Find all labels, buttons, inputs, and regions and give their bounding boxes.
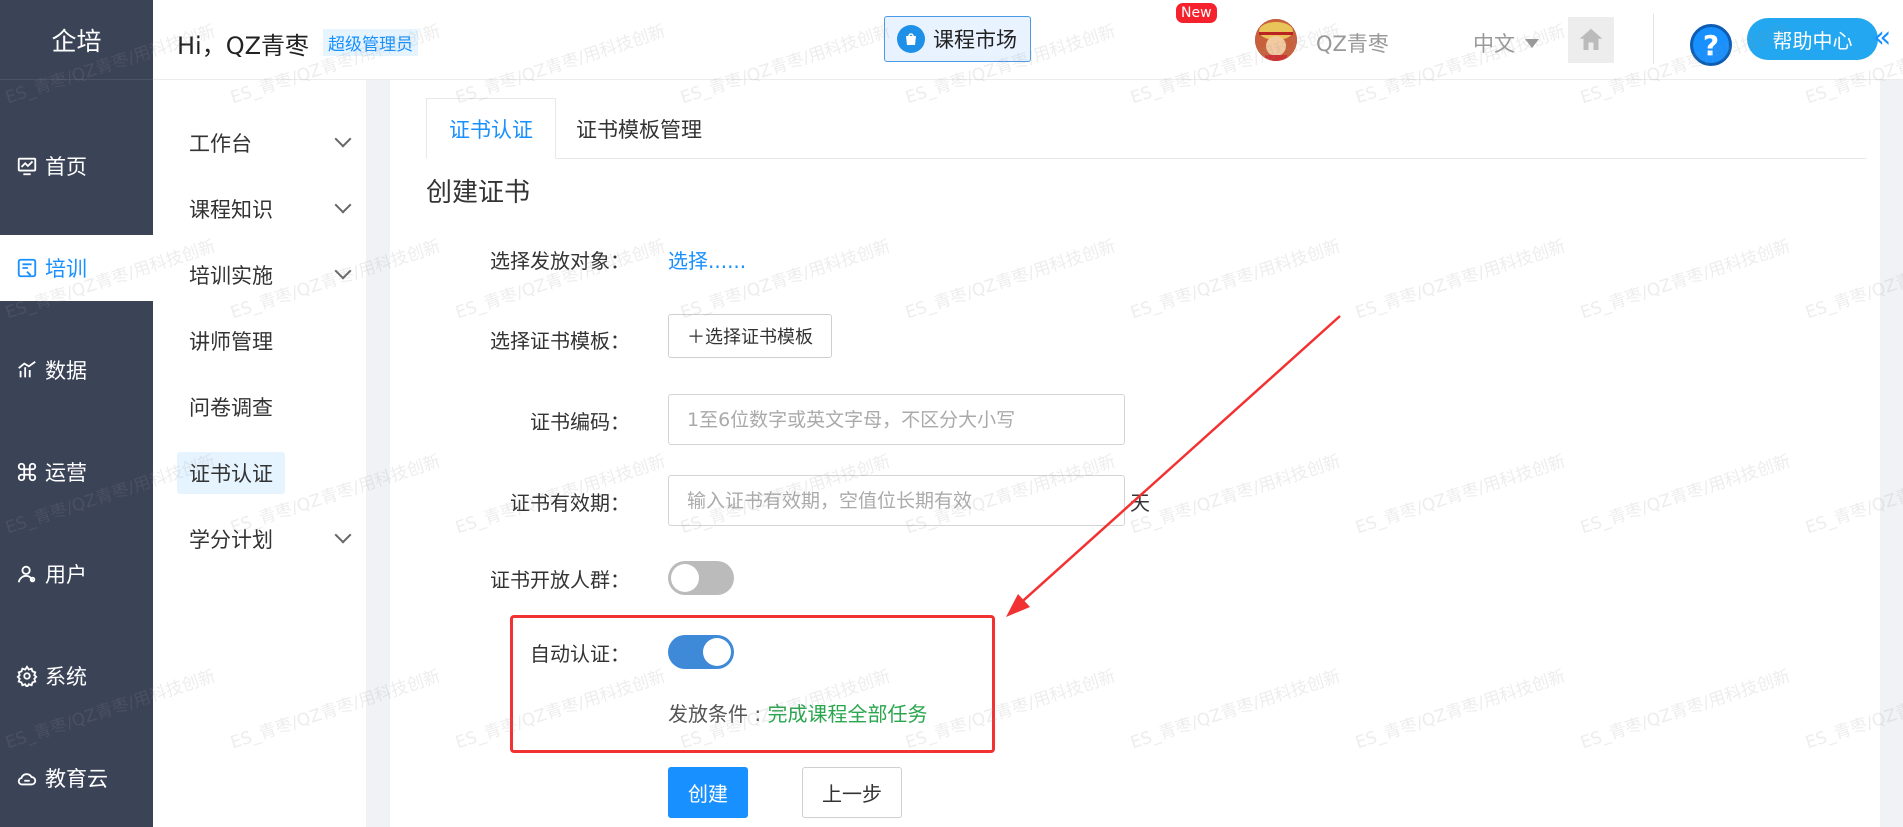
language-label: 中文 bbox=[1473, 32, 1515, 56]
submenu-item-label: 问卷调查 bbox=[189, 396, 273, 420]
course-market-button[interactable]: 课程市场 bbox=[884, 16, 1031, 62]
chevron-down-icon bbox=[334, 130, 352, 148]
course-market-label: 课程市场 bbox=[933, 28, 1017, 52]
dashboard-icon bbox=[17, 157, 37, 176]
template-label: 选择证书模板： bbox=[490, 329, 630, 353]
submenu-item-survey[interactable]: 问卷调查 bbox=[189, 386, 349, 428]
chart-icon bbox=[18, 361, 36, 378]
submenu-item-workbench[interactable]: 工作台 bbox=[189, 122, 352, 164]
submenu-item-label: 课程知识 bbox=[189, 198, 273, 222]
auto-certify-toggle[interactable] bbox=[668, 635, 734, 669]
create-button[interactable]: 创建 bbox=[668, 767, 748, 818]
nav-item-label: 首页 bbox=[45, 155, 87, 179]
nav-item-edu-cloud[interactable]: 教育云 bbox=[0, 745, 153, 811]
top-header: Hi，QZ青枣 超级管理员 课程市场 New QZ青枣 中文 ? 帮助中心 « bbox=[153, 0, 1903, 80]
tab-bar: 证书认证 证书模板管理 bbox=[426, 98, 1866, 159]
cloud-icon bbox=[17, 773, 37, 786]
nav-item-label: 系统 bbox=[45, 665, 87, 689]
submenu-item-lecturer-management[interactable]: 讲师管理 bbox=[189, 320, 349, 362]
main-content: 证书认证 证书模板管理 创建证书 选择发放对象： 选择...... 选择证书模板… bbox=[390, 80, 1880, 827]
open-group-label: 证书开放人群： bbox=[490, 568, 630, 592]
certificate-code-input[interactable] bbox=[668, 394, 1125, 445]
submenu-item-label: 培训实施 bbox=[189, 264, 273, 288]
collapse-icon[interactable]: « bbox=[1873, 20, 1891, 55]
main-sidebar: 企培 首页 培训 数据 运营 用户 系统 教育云 bbox=[0, 0, 153, 827]
submenu-item-certification[interactable]: 证书认证 bbox=[177, 452, 285, 494]
condition-value: 完成课程全部任务 bbox=[767, 702, 928, 726]
select-target-link[interactable]: 选择...... bbox=[668, 245, 746, 274]
header-divider bbox=[1653, 14, 1654, 64]
submenu-item-credit-plan[interactable]: 学分计划 bbox=[189, 518, 352, 560]
question-icon[interactable]: ? bbox=[1690, 24, 1732, 66]
nav-item-label: 运营 bbox=[45, 461, 87, 485]
nav-item-label: 教育云 bbox=[45, 767, 108, 791]
condition-label: 发放条件 : bbox=[668, 702, 762, 726]
chevron-down-icon bbox=[334, 262, 352, 280]
shopping-bag-icon bbox=[897, 25, 925, 53]
toggle-knob bbox=[703, 638, 731, 666]
nav-item-label: 数据 bbox=[45, 359, 87, 383]
home-icon bbox=[1579, 28, 1603, 50]
chevron-down-icon bbox=[334, 526, 352, 544]
user-icon bbox=[17, 565, 36, 583]
nav-item-home[interactable]: 首页 bbox=[0, 133, 153, 199]
validity-label: 证书有效期： bbox=[510, 491, 630, 515]
previous-step-button[interactable]: 上一步 bbox=[802, 767, 902, 818]
operations-icon bbox=[17, 462, 37, 482]
home-button[interactable] bbox=[1568, 17, 1614, 63]
nav-item-label: 培训 bbox=[45, 257, 87, 281]
chevron-down-icon bbox=[334, 196, 352, 214]
nav-item-operations[interactable]: 运营 bbox=[0, 439, 153, 505]
gear-icon bbox=[16, 665, 38, 687]
tab-template-management[interactable]: 证书模板管理 bbox=[554, 98, 724, 159]
validity-input[interactable] bbox=[668, 475, 1125, 526]
toggle-knob bbox=[671, 564, 699, 592]
greeting-text: Hi，QZ青枣 bbox=[177, 32, 310, 60]
training-icon bbox=[17, 258, 37, 278]
submenu-item-label: 学分计划 bbox=[189, 528, 273, 552]
target-label: 选择发放对象： bbox=[490, 249, 630, 273]
secondary-menu: 工作台 课程知识 培训实施 讲师管理 问卷调查 证书认证 学分计划 bbox=[153, 80, 366, 827]
issue-condition: 发放条件 : 完成课程全部任务 bbox=[668, 698, 927, 727]
submenu-item-label: 证书认证 bbox=[189, 462, 273, 486]
caret-down-icon bbox=[1525, 38, 1539, 48]
username[interactable]: QZ青枣 bbox=[1316, 28, 1389, 58]
brand-logo: 企培 bbox=[0, 0, 153, 80]
submenu-item-training-implementation[interactable]: 培训实施 bbox=[189, 254, 352, 296]
auto-certify-label: 自动认证： bbox=[530, 642, 630, 666]
select-template-button[interactable]: ＋选择证书模板 bbox=[668, 314, 832, 358]
nav-item-training[interactable]: 培训 bbox=[0, 235, 153, 301]
code-label: 证书编码： bbox=[530, 410, 630, 434]
nav-item-users[interactable]: 用户 bbox=[0, 541, 153, 607]
role-badge: 超级管理员 bbox=[323, 29, 418, 56]
submenu-item-label: 工作台 bbox=[189, 132, 252, 156]
validity-unit: 天 bbox=[1130, 491, 1150, 515]
help-center-button[interactable]: 帮助中心 bbox=[1747, 18, 1878, 60]
new-badge: New bbox=[1176, 3, 1217, 23]
avatar[interactable] bbox=[1255, 19, 1297, 61]
open-group-toggle[interactable] bbox=[668, 561, 734, 595]
page-title: 创建证书 bbox=[426, 178, 531, 208]
nav-item-data[interactable]: 数据 bbox=[0, 337, 153, 403]
submenu-item-course-knowledge[interactable]: 课程知识 bbox=[189, 188, 352, 230]
tab-certification[interactable]: 证书认证 bbox=[426, 98, 556, 159]
nav-item-label: 用户 bbox=[45, 563, 87, 587]
language-select[interactable]: 中文 bbox=[1473, 28, 1539, 58]
submenu-item-label: 讲师管理 bbox=[189, 330, 273, 354]
nav-item-system[interactable]: 系统 bbox=[0, 643, 153, 709]
